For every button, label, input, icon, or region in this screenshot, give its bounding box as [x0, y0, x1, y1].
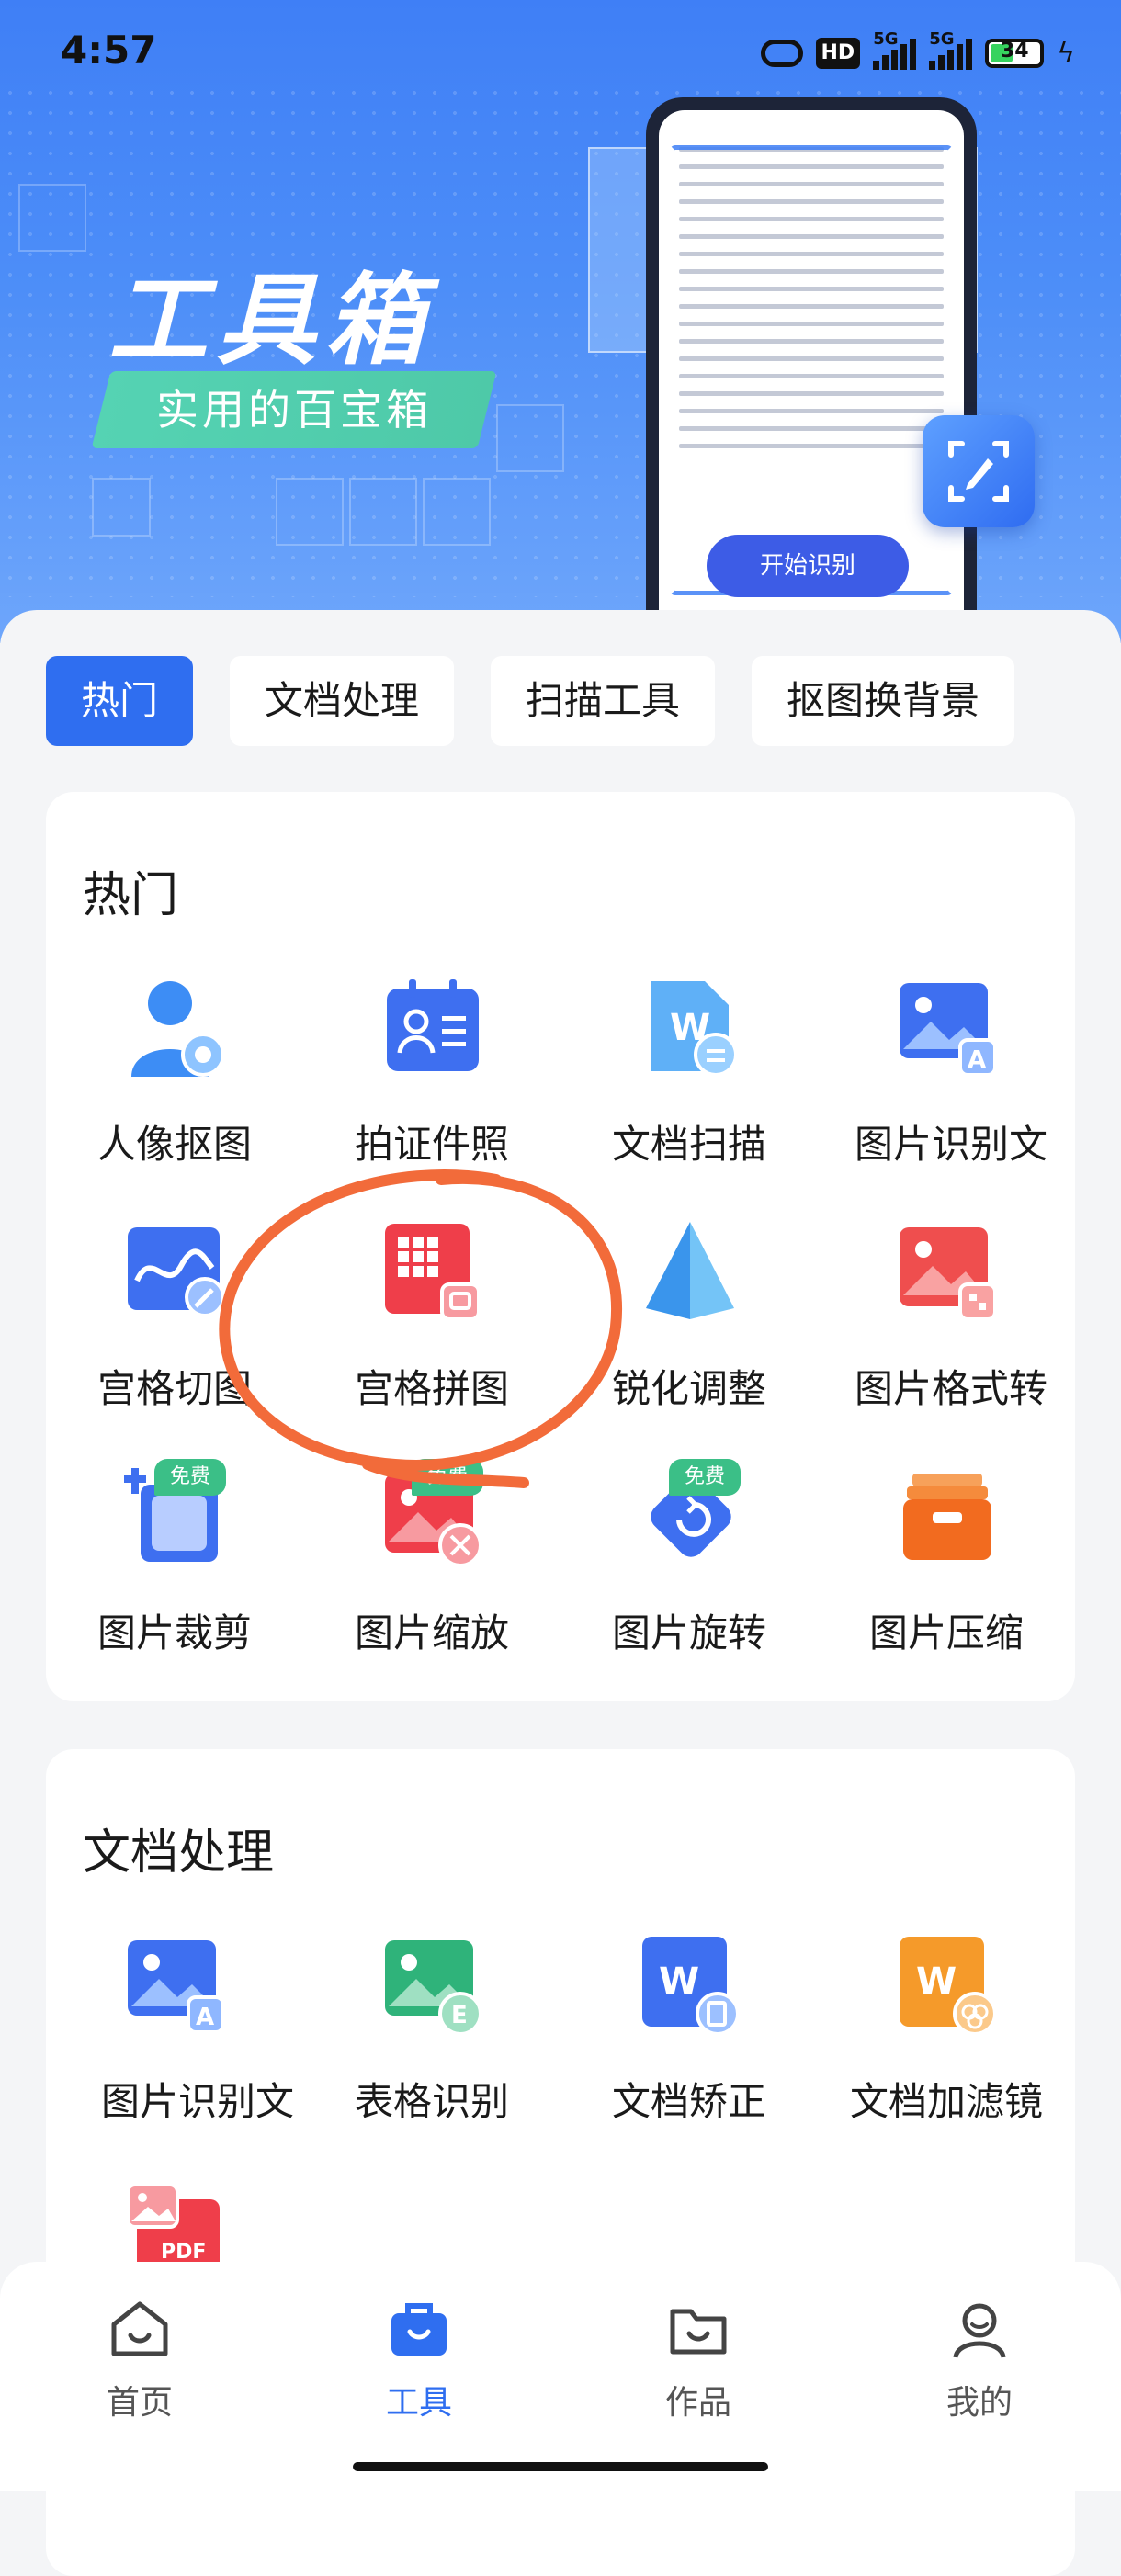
- tool-sharpen[interactable]: 锐化调整: [560, 1220, 818, 1459]
- portrait-icon: [131, 981, 225, 1077]
- tool-grid-puzzle[interactable]: 宫格拼图: [303, 1220, 560, 1459]
- decor-square: [349, 478, 417, 546]
- tool-image-text-recognition[interactable]: A 图片识别文: [818, 976, 1075, 1215]
- tool-doc-correct[interactable]: W 文档矫正: [560, 1933, 818, 2172]
- grid-puzzle-icon: [385, 1224, 481, 1321]
- table-recognize-icon: E: [385, 1940, 482, 2036]
- image-format-icon: [900, 1227, 997, 1321]
- tool-image-format-convert[interactable]: 图片格式转: [818, 1220, 1075, 1459]
- sharpen-icon: [646, 1222, 734, 1319]
- tool-resize[interactable]: 免费 图片缩放: [303, 1459, 560, 1703]
- tool-portrait-cutout[interactable]: 人像抠图: [46, 976, 303, 1215]
- tool-id-photo[interactable]: 拍证件照: [303, 976, 560, 1215]
- doc-correct-icon: W: [642, 1937, 740, 2036]
- nav-works[interactable]: 作品: [606, 2299, 790, 2436]
- nav-tools[interactable]: 工具: [327, 2299, 511, 2436]
- tool-image-text-recognition[interactable]: A 图片识别文: [46, 1933, 303, 2172]
- svg-text:W: W: [659, 1960, 699, 2003]
- tool-table-recognition[interactable]: E 表格识别: [303, 1933, 560, 2172]
- decor-square: [423, 478, 491, 546]
- svg-text:W: W: [916, 1960, 957, 2003]
- battery-icon: 34: [985, 39, 1045, 68]
- home-indicator[interactable]: [353, 2462, 768, 2471]
- svg-text:A: A: [196, 2004, 214, 2031]
- doc-scan-icon: W: [651, 981, 738, 1077]
- svg-text:PDF: PDF: [161, 2241, 206, 2264]
- tool-compress[interactable]: 图片压缩: [818, 1464, 1075, 1703]
- hero-title: 工具箱: [108, 264, 435, 378]
- bottom-nav: 首页 工具 作品 我的: [0, 2262, 1121, 2491]
- hot-card: 热门 人像抠图 拍证件照 W 文档扫描 A 图片识别文 宫格切图 宫格拼图 锐化…: [46, 792, 1075, 1701]
- category-tabs: 热门 文档处理 扫描工具 抠图换背景: [46, 656, 1015, 746]
- link-icon: [760, 40, 803, 67]
- tool-crop[interactable]: 免费 图片裁剪: [46, 1459, 303, 1703]
- section-title: 热门: [83, 868, 179, 923]
- charging-icon: ϟ: [1057, 37, 1075, 70]
- tab-documents[interactable]: 文档处理: [230, 656, 455, 746]
- id-card-icon: [387, 979, 479, 1071]
- section-title: 文档处理: [83, 1825, 275, 1881]
- tool-doc-filter[interactable]: W 文档加滤镜: [818, 1933, 1075, 2172]
- free-badge: 免费: [669, 1459, 741, 1496]
- signal-icon: 5G: [929, 29, 973, 70]
- tab-scan-tools[interactable]: 扫描工具: [491, 656, 716, 746]
- status-bar: 4:57 HD 5G 5G 34 ϟ: [0, 0, 1121, 101]
- decor-square: [496, 404, 564, 472]
- nav-profile[interactable]: 我的: [888, 2299, 1071, 2436]
- image-text-icon: A: [900, 983, 997, 1077]
- tab-hot[interactable]: 热门: [46, 656, 194, 746]
- svg-text:E: E: [451, 2002, 468, 2029]
- status-time: 4:57: [61, 28, 157, 73]
- start-recognize-button: 开始识别: [707, 535, 909, 597]
- free-badge: 免费: [412, 1459, 483, 1496]
- decor-square: [276, 478, 344, 546]
- doc-filter-icon: W: [900, 1937, 997, 2036]
- tool-rotate[interactable]: 免费 图片旋转: [560, 1459, 818, 1703]
- phone-illustration: 开始识别: [646, 97, 977, 643]
- compress-icon: [903, 1474, 991, 1560]
- grid-cut-icon: [128, 1227, 225, 1317]
- hero-banner: 开始识别 工具箱 实用的百宝箱 4:57 HD 5G 5G 34 ϟ: [0, 0, 1121, 643]
- tool-grid-cut[interactable]: 宫格切图: [46, 1220, 303, 1459]
- edit-icon: [923, 415, 1035, 527]
- tab-cutout-background[interactable]: 抠图换背景: [752, 656, 1015, 746]
- nav-home[interactable]: 首页: [48, 2299, 232, 2436]
- tools-panel: 热门 文档处理 扫描工具 抠图换背景 热门 人像抠图 拍证件照 W 文档扫描 A…: [0, 610, 1121, 2576]
- decor-square: [92, 478, 151, 537]
- profile-icon: [953, 2303, 1006, 2358]
- home-icon: [111, 2301, 168, 2356]
- free-badge: 免费: [154, 1459, 226, 1496]
- svg-text:A: A: [968, 1046, 986, 1074]
- tool-doc-scan[interactable]: W 文档扫描: [560, 976, 818, 1215]
- hero-subtitle: 实用的百宝箱: [156, 385, 432, 435]
- folder-icon: [670, 2309, 727, 2355]
- hd-icon: HD: [815, 38, 861, 69]
- toolbox-icon: [391, 2303, 447, 2356]
- decor-square: [18, 184, 86, 252]
- image-text-icon: A: [128, 1940, 225, 2034]
- signal-icon: 5G: [873, 29, 917, 70]
